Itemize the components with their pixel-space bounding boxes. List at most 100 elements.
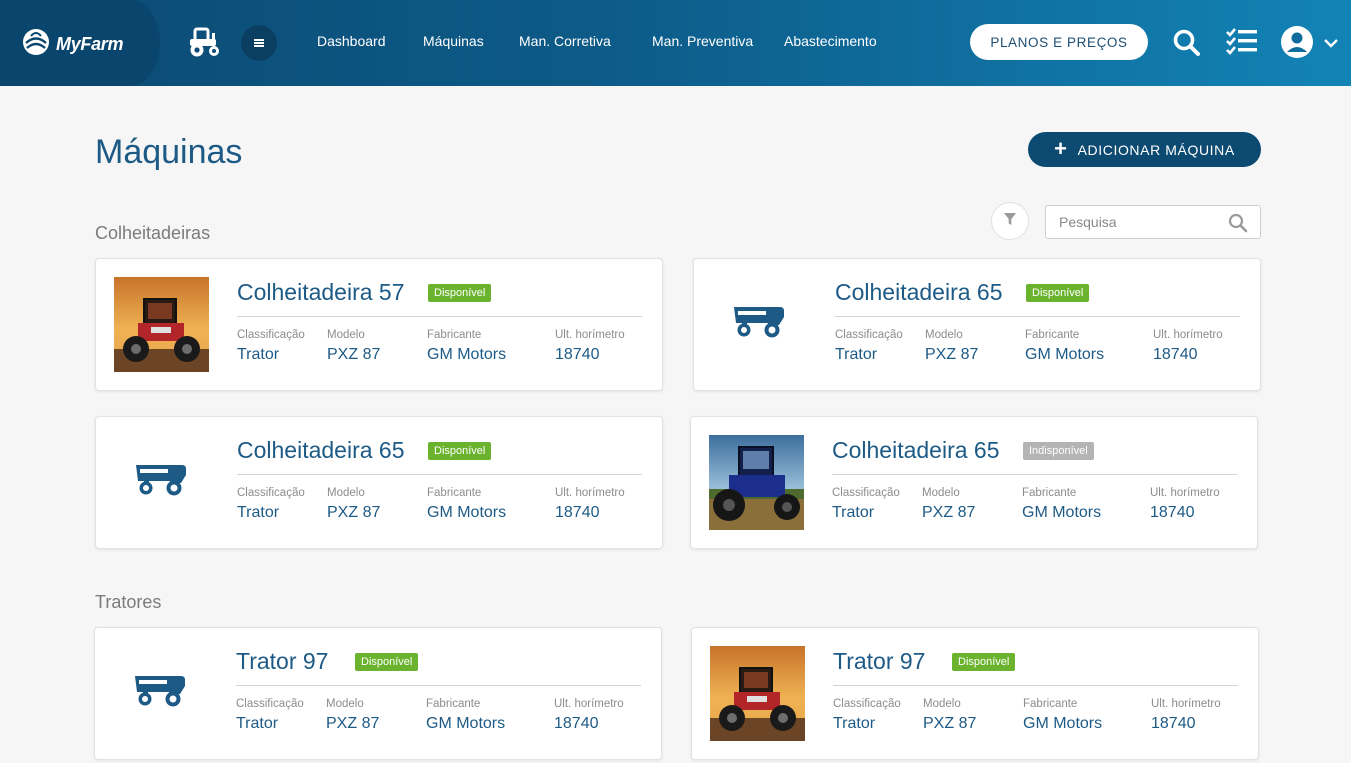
field-value: PXZ 87 bbox=[922, 504, 976, 521]
status-badge: Disponível bbox=[428, 284, 492, 302]
field-value: 18740 bbox=[555, 346, 600, 363]
field-hours: Ult. horímetro 18740 bbox=[554, 698, 624, 733]
machine-name: Trator 97 bbox=[236, 648, 329, 674]
machine-card[interactable]: Colheitadeira 65 Disponível Classificaçã… bbox=[693, 258, 1261, 391]
globe-leaf-icon bbox=[22, 28, 50, 61]
field-value: 18740 bbox=[554, 715, 599, 732]
checklist-icon[interactable] bbox=[1226, 27, 1258, 62]
field-classification: Classificação Trator bbox=[832, 487, 900, 522]
machine-card[interactable]: Colheitadeira 65 Indisponível Classifica… bbox=[690, 416, 1258, 549]
status-badge: Disponível bbox=[1026, 284, 1090, 302]
field-value: Trator bbox=[237, 346, 280, 363]
field-value: PXZ 87 bbox=[327, 346, 381, 363]
field-hours: Ult. horímetro 18740 bbox=[555, 329, 625, 364]
harvester-icon bbox=[133, 672, 187, 713]
nav-abastecimento[interactable]: Abastecimento bbox=[784, 33, 877, 49]
field-value: Trator bbox=[236, 715, 279, 732]
search-icon[interactable] bbox=[1228, 213, 1248, 238]
machine-card[interactable]: Colheitadeira 57 Disponível Classificaçã… bbox=[95, 258, 663, 391]
status-badge: Disponível bbox=[355, 653, 419, 671]
nav-dashboard[interactable]: Dashboard bbox=[317, 33, 386, 49]
field-value: GM Motors bbox=[1022, 504, 1102, 521]
field-label: Modelo bbox=[922, 487, 960, 499]
field-hours: Ult. horímetro 18740 bbox=[1151, 698, 1221, 733]
search-field bbox=[1045, 205, 1261, 239]
field-maker: Fabricante GM Motors bbox=[1025, 329, 1104, 364]
field-label: Fabricante bbox=[1025, 329, 1080, 341]
tractor-icon[interactable] bbox=[186, 26, 222, 63]
field-label: Classificação bbox=[237, 487, 305, 499]
machine-name: Colheitadeira 65 bbox=[835, 279, 1003, 305]
field-label: Classificação bbox=[832, 487, 900, 499]
hamburger-icon bbox=[254, 39, 264, 47]
machine-card[interactable]: Trator 97 Disponível Classificação Trator… bbox=[94, 627, 662, 760]
nav-man-corretiva[interactable]: Man. Corretiva bbox=[519, 33, 611, 49]
field-model: Modelo PXZ 87 bbox=[925, 329, 978, 364]
section-title-tratores: Tratores bbox=[95, 592, 162, 612]
field-classification: Classificação Trator bbox=[237, 487, 305, 522]
search-icon[interactable] bbox=[1172, 28, 1202, 63]
field-label: Ult. horímetro bbox=[1153, 329, 1223, 341]
card-divider bbox=[833, 685, 1238, 686]
filter-icon bbox=[1003, 212, 1017, 231]
field-model: Modelo PXZ 87 bbox=[327, 487, 380, 522]
card-divider bbox=[835, 316, 1240, 317]
field-label: Classificação bbox=[236, 698, 304, 710]
field-label: Classificação bbox=[237, 329, 305, 341]
field-label: Modelo bbox=[925, 329, 963, 341]
field-label: Fabricante bbox=[427, 329, 482, 341]
filter-button[interactable] bbox=[991, 202, 1029, 240]
harvester-icon bbox=[732, 303, 786, 344]
field-classification: Classificação Trator bbox=[835, 329, 903, 364]
field-label: Modelo bbox=[327, 329, 365, 341]
chevron-down-icon[interactable] bbox=[1323, 36, 1339, 54]
field-label: Ult. horímetro bbox=[555, 329, 625, 341]
field-value: PXZ 87 bbox=[925, 346, 979, 363]
field-value: GM Motors bbox=[427, 346, 507, 363]
card-divider bbox=[237, 316, 642, 317]
card-divider bbox=[236, 685, 641, 686]
field-model: Modelo PXZ 87 bbox=[922, 487, 975, 522]
field-value: 18740 bbox=[1151, 715, 1196, 732]
field-hours: Ult. horímetro 18740 bbox=[1153, 329, 1223, 364]
field-value: PXZ 87 bbox=[326, 715, 380, 732]
field-label: Fabricante bbox=[426, 698, 481, 710]
menu-toggle-button[interactable] bbox=[241, 25, 277, 61]
field-hours: Ult. horímetro 18740 bbox=[555, 487, 625, 522]
user-avatar-icon[interactable] bbox=[1280, 25, 1314, 64]
field-maker: Fabricante GM Motors bbox=[427, 329, 506, 364]
field-label: Ult. horímetro bbox=[555, 487, 625, 499]
plans-pricing-button[interactable]: PLANOS E PREÇOS bbox=[970, 24, 1148, 60]
machine-photo bbox=[114, 277, 209, 372]
field-classification: Classificação Trator bbox=[236, 698, 304, 733]
field-label: Ult. horímetro bbox=[1151, 698, 1221, 710]
machine-name: Colheitadeira 65 bbox=[237, 437, 405, 463]
status-badge: Disponível bbox=[428, 442, 492, 460]
machine-card[interactable]: Trator 97 Disponível Classificação Trator… bbox=[691, 627, 1259, 760]
field-maker: Fabricante GM Motors bbox=[426, 698, 505, 733]
field-value: Trator bbox=[832, 504, 875, 521]
brand-logo[interactable]: MyFarm bbox=[22, 28, 124, 61]
card-divider bbox=[832, 474, 1237, 475]
nav-maquinas[interactable]: Máquinas bbox=[423, 33, 484, 49]
add-machine-button[interactable]: + ADICIONAR MÁQUINA bbox=[1028, 132, 1261, 167]
field-label: Fabricante bbox=[1023, 698, 1078, 710]
nav-man-preventiva[interactable]: Man. Preventiva bbox=[652, 33, 753, 49]
search-input[interactable] bbox=[1046, 206, 1216, 238]
status-badge: Indisponível bbox=[1023, 442, 1094, 460]
machine-name: Trator 97 bbox=[833, 648, 926, 674]
field-classification: Classificação Trator bbox=[237, 329, 305, 364]
status-badge: Disponível bbox=[952, 653, 1016, 671]
machine-photo bbox=[709, 435, 804, 530]
field-hours: Ult. horímetro 18740 bbox=[1150, 487, 1220, 522]
machine-card[interactable]: Colheitadeira 65 Disponível Classificaçã… bbox=[95, 416, 663, 549]
field-label: Modelo bbox=[923, 698, 961, 710]
card-divider bbox=[237, 474, 642, 475]
field-label: Ult. horímetro bbox=[554, 698, 624, 710]
field-label: Classificação bbox=[833, 698, 901, 710]
machine-name: Colheitadeira 65 bbox=[832, 437, 1000, 463]
field-value: 18740 bbox=[1150, 504, 1195, 521]
field-value: 18740 bbox=[1153, 346, 1198, 363]
field-value: Trator bbox=[237, 504, 280, 521]
field-classification: Classificação Trator bbox=[833, 698, 901, 733]
